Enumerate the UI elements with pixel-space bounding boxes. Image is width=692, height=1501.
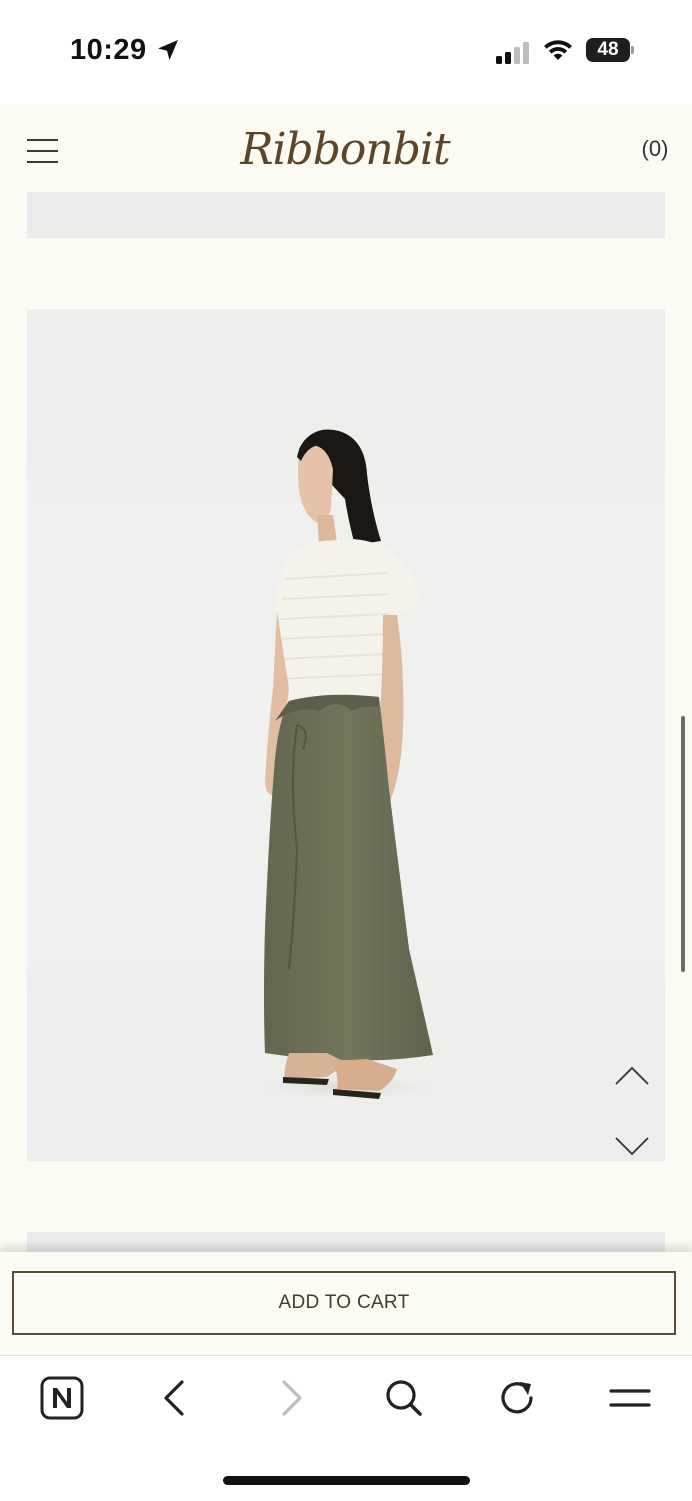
brand-logo[interactable]: Ribbonbit bbox=[200, 110, 490, 190]
hamburger-menu-icon[interactable] bbox=[27, 139, 58, 163]
cart-count[interactable]: (0) bbox=[630, 136, 680, 162]
cellular-signal-icon bbox=[496, 42, 529, 64]
model-illustration bbox=[237, 429, 457, 1101]
wifi-icon bbox=[544, 40, 572, 60]
scrollbar-thumb[interactable] bbox=[681, 716, 685, 972]
menu-icon[interactable] bbox=[608, 1376, 652, 1420]
home-indicator bbox=[223, 1476, 470, 1485]
battery-cap bbox=[631, 46, 634, 54]
search-icon[interactable] bbox=[382, 1376, 426, 1420]
product-image[interactable] bbox=[27, 309, 665, 1161]
add-to-cart-button[interactable]: ADD TO CART bbox=[12, 1271, 676, 1335]
previous-product-image bbox=[27, 192, 665, 238]
scroll-up-chevron-icon[interactable] bbox=[614, 1064, 650, 1088]
battery-indicator: 48 bbox=[586, 38, 630, 62]
location-arrow-icon bbox=[158, 40, 178, 60]
forward-arrow-icon[interactable] bbox=[268, 1376, 312, 1420]
next-product-image bbox=[27, 1232, 665, 1254]
reload-icon[interactable] bbox=[496, 1376, 540, 1420]
scroll-down-chevron-icon[interactable] bbox=[614, 1134, 650, 1158]
naver-n-icon[interactable] bbox=[40, 1376, 84, 1420]
back-arrow-icon[interactable] bbox=[154, 1376, 198, 1420]
status-time: 10:29 bbox=[70, 34, 147, 66]
